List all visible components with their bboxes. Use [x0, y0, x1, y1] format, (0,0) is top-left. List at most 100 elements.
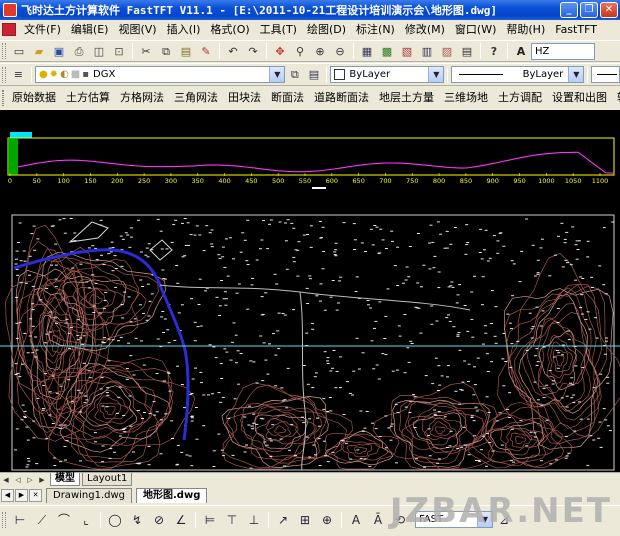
menu-draw[interactable]: 绘图(D) — [302, 20, 351, 39]
cmenu-earthwork-allocation[interactable]: 土方调配 — [493, 88, 547, 108]
tab-model[interactable]: 模型 — [50, 473, 80, 486]
cmenu-field-block-method[interactable]: 田块法 — [223, 88, 266, 108]
lineweight-combo[interactable] — [591, 66, 620, 83]
make-object-layer-current-icon[interactable]: ⧉ — [286, 66, 303, 84]
aligned-dimension-icon[interactable]: ⟋ — [32, 510, 52, 530]
save-icon[interactable]: ▣ — [50, 42, 68, 60]
app-icon[interactable] — [3, 3, 17, 17]
dimension-text-edit-icon[interactable]: Ā — [368, 510, 388, 530]
toolbar-grip[interactable] — [2, 90, 4, 106]
cmenu-3d-site[interactable]: 三维场地 — [439, 88, 493, 108]
chevron-down-icon[interactable]: ▼ — [477, 512, 492, 527]
tab-drawing1[interactable]: Drawing1.dwg — [46, 487, 132, 503]
baseline-dimension-icon[interactable]: ⊤ — [222, 510, 242, 530]
cmenu-settings-output[interactable]: 设置和出图 — [547, 88, 612, 108]
cmenu-original-data[interactable]: 原始数据 — [7, 88, 61, 108]
toolbar-grip[interactable] — [2, 66, 6, 83]
zoom-window-icon[interactable]: ⊕ — [311, 42, 329, 60]
calculator-icon[interactable]: ▤ — [458, 42, 476, 60]
help-icon[interactable]: ? — [485, 42, 503, 60]
text-style-icon[interactable]: A — [512, 42, 530, 60]
drawing-canvas[interactable]: 0 50 100 150 200 250 300 350 400 450 500 550 600 650 7… — [0, 110, 620, 472]
zoom-realtime-icon[interactable]: ⚲ — [291, 42, 309, 60]
cmenu-stratum-volume[interactable]: 地层土方量 — [374, 88, 439, 108]
sheet-set-icon[interactable]: ▥ — [418, 42, 436, 60]
cmenu-grid-method[interactable]: 方格网法 — [115, 88, 169, 108]
markup-icon[interactable]: ▨ — [438, 42, 456, 60]
radius-dimension-icon[interactable]: ◯ — [105, 510, 125, 530]
layer-combo[interactable]: ● ✹ ◐ ■ ▪ DGX ▼ — [34, 66, 286, 83]
toolbar-grip[interactable] — [2, 43, 6, 59]
dimension-style-combo[interactable]: FAST ▼ — [415, 511, 493, 528]
cmenu-earthwork-estimate[interactable]: 土方估算 — [61, 88, 115, 108]
cut-icon[interactable]: ✂ — [137, 42, 155, 60]
cmenu-road-section-method[interactable]: 道路断面法 — [309, 88, 374, 108]
menu-insert[interactable]: 插入(I) — [162, 20, 206, 39]
menu-dimension[interactable]: 标注(N) — [351, 20, 400, 39]
dimension-style-manager-icon[interactable]: ⊿ — [494, 510, 514, 530]
angular-dimension-icon[interactable]: ∠ — [171, 510, 191, 530]
cmenu-auxiliary-tools[interactable]: 辅助工具 — [612, 88, 620, 108]
print-icon[interactable]: ⎙ — [70, 42, 88, 60]
arc-length-icon[interactable]: ⌒ — [54, 510, 74, 530]
menu-fasttft[interactable]: FastTFT — [550, 20, 602, 39]
menu-modify[interactable]: 修改(M) — [400, 20, 450, 39]
linetype-combo[interactable]: ByLayer ▼ — [451, 66, 585, 83]
first-layout-icon[interactable]: ◀ — [0, 474, 12, 486]
properties-icon[interactable]: ▦ — [358, 42, 376, 60]
close-button[interactable]: ✕ — [600, 2, 618, 18]
menu-format[interactable]: 格式(O) — [205, 20, 254, 39]
ordinate-dimension-icon[interactable]: ⌞ — [76, 510, 96, 530]
center-mark-icon[interactable]: ⊕ — [317, 510, 337, 530]
menu-file[interactable]: 文件(F) — [19, 20, 66, 39]
pan-icon[interactable]: ✥ — [271, 42, 289, 60]
tab-layout1[interactable]: Layout1 — [82, 473, 133, 486]
chevron-down-icon[interactable]: ▼ — [269, 67, 285, 82]
diameter-dimension-icon[interactable]: ⊘ — [149, 510, 169, 530]
menu-window[interactable]: 窗口(W) — [450, 20, 501, 39]
dimension-edit-icon[interactable]: A — [346, 510, 366, 530]
menu-view[interactable]: 视图(V) — [113, 20, 161, 39]
linear-dimension-icon[interactable]: ⊢ — [10, 510, 30, 530]
layer-previous-icon[interactable]: ▤ — [305, 66, 322, 84]
continue-dimension-icon[interactable]: ⊥ — [244, 510, 264, 530]
chevron-down-icon[interactable]: ▼ — [428, 67, 444, 82]
menu-tools[interactable]: 工具(T) — [255, 20, 302, 39]
text-style-combo[interactable]: HZ — [531, 42, 595, 60]
undo-icon[interactable]: ↶ — [224, 42, 242, 60]
print-preview-icon[interactable]: ◫ — [90, 42, 108, 60]
color-combo[interactable]: ByLayer ▼ — [330, 66, 445, 83]
zoom-previous-icon[interactable]: ⊖ — [331, 42, 349, 60]
prev-layout-icon[interactable]: ◁ — [12, 474, 24, 486]
last-layout-icon[interactable]: ▶ — [36, 474, 48, 486]
menu-edit[interactable]: 编辑(E) — [66, 20, 114, 39]
layer-manager-icon[interactable]: ≡ — [10, 66, 27, 84]
open-folder-icon[interactable]: ▰ — [30, 42, 48, 60]
dimension-update-icon[interactable]: ⟲ — [390, 510, 410, 530]
publish-icon[interactable]: ⊡ — [110, 42, 128, 60]
jogged-dimension-icon[interactable]: ↯ — [127, 510, 147, 530]
document-icon[interactable] — [2, 23, 16, 36]
title-bar[interactable]: 飞时达土方计算软件 FastTFT V11.1 - [E:\2011-10-21… — [0, 0, 620, 20]
design-center-icon[interactable]: ▩ — [378, 42, 396, 60]
minimize-button[interactable]: _ — [560, 2, 578, 18]
chevron-down-icon[interactable]: ▼ — [568, 67, 584, 82]
tool-palette-icon[interactable]: ▧ — [398, 42, 416, 60]
prev-document-icon[interactable]: ◀ — [1, 488, 14, 502]
redo-icon[interactable]: ↷ — [244, 42, 262, 60]
toolbar-grip[interactable] — [2, 511, 6, 528]
quick-dimension-icon[interactable]: ⊨ — [200, 510, 220, 530]
menu-help[interactable]: 帮助(H) — [501, 20, 550, 39]
cad-drawing[interactable]: 0 50 100 150 200 250 300 350 400 450 500 550 600 650 7… — [0, 110, 620, 472]
next-document-icon[interactable]: ▶ — [15, 488, 28, 502]
tab-topographic-map[interactable]: 地形图.dwg — [136, 487, 208, 503]
copy-icon[interactable]: ⧉ — [157, 42, 175, 60]
quick-leader-icon[interactable]: ↗ — [273, 510, 293, 530]
cmenu-section-method[interactable]: 断面法 — [266, 88, 309, 108]
cmenu-triangle-method[interactable]: 三角网法 — [169, 88, 223, 108]
restore-button[interactable]: ❐ — [580, 2, 598, 18]
match-properties-icon[interactable]: ✎ — [197, 42, 215, 60]
next-layout-icon[interactable]: ▷ — [24, 474, 36, 486]
close-document-icon[interactable]: ✕ — [29, 488, 42, 502]
tolerance-icon[interactable]: ⊞ — [295, 510, 315, 530]
